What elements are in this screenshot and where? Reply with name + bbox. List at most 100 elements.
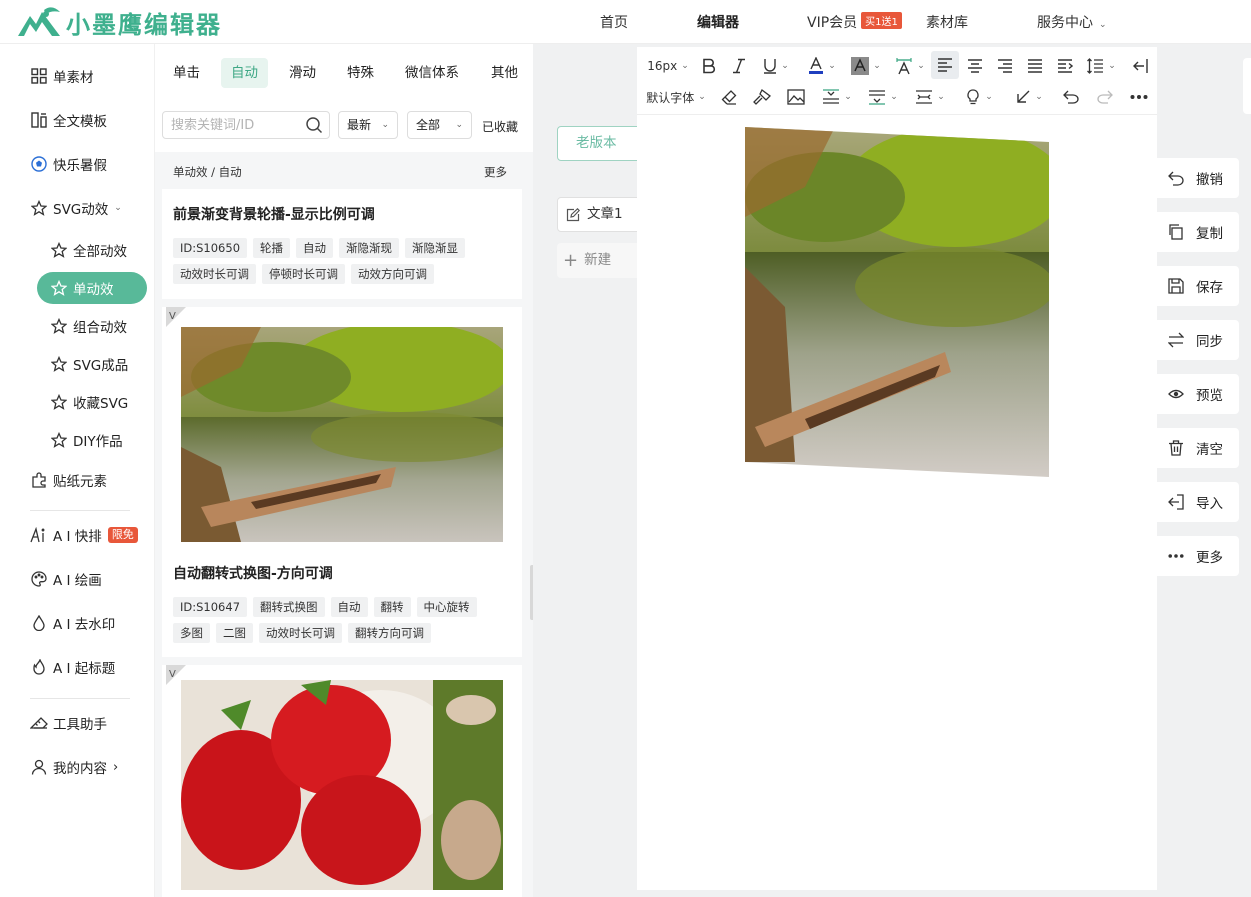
sidebar-item-summer[interactable]: 快乐暑假	[30, 152, 107, 176]
article-tab[interactable]: 文章1	[557, 197, 647, 232]
tag-row: ID:S10650 轮播 自动 渐隐渐现 渐隐渐显	[173, 238, 471, 258]
format-painter-button[interactable]	[750, 84, 774, 110]
content-image[interactable]	[745, 127, 1049, 477]
indent-button[interactable]	[1051, 53, 1079, 79]
tag: 多图	[173, 623, 210, 643]
sidebar-item-tools[interactable]: 工具助手	[30, 711, 107, 735]
sidebar-item-svg-products[interactable]: SVG成品	[50, 352, 128, 376]
side-margin-button[interactable]: ⌄	[909, 84, 951, 110]
bulb-button[interactable]: ⌄	[959, 84, 999, 110]
tag: 自动	[296, 238, 334, 258]
scope-select[interactable]: 全部 ⌄	[407, 111, 472, 139]
brand-logo[interactable]: 小墨鹰编辑器	[16, 4, 222, 40]
save-icon	[1168, 278, 1184, 294]
justify-button[interactable]	[1021, 53, 1049, 79]
more-link[interactable]: 更多	[484, 164, 507, 180]
new-article-button[interactable]: + 新建	[557, 243, 647, 278]
paragraph-spacing-after-button[interactable]: ⌄	[863, 84, 903, 110]
line-height-button[interactable]: ⌄	[1081, 53, 1121, 79]
sidebar-item-svg-effects[interactable]: SVG动效 ⌄	[30, 196, 122, 220]
tab-click[interactable]: 单击	[163, 58, 210, 88]
nav-home[interactable]: 首页	[600, 12, 628, 32]
more-button[interactable]: 更多	[1157, 536, 1239, 576]
sort-select-value: 最新	[347, 118, 372, 132]
preview-button[interactable]: 预览	[1157, 374, 1239, 414]
nav-assets[interactable]: 素材库	[926, 12, 968, 32]
user-icon	[30, 758, 48, 776]
italic-button[interactable]	[727, 53, 751, 79]
search-input[interactable]	[163, 112, 298, 138]
copy-button[interactable]: 复制	[1157, 212, 1239, 252]
sidebar-item-combo-effect[interactable]: 组合动效	[50, 314, 127, 338]
import-button[interactable]: 导入	[1157, 482, 1239, 522]
nav-vip[interactable]: VIP会员 买1送1	[807, 12, 902, 32]
align-left-button[interactable]	[931, 51, 959, 79]
font-size-select[interactable]: 16px ⌄	[643, 53, 693, 79]
effect-card[interactable]: V 自动翻转式换图-方向可调 ID:S10647 翻转式换图 自动 翻转 中心旋…	[162, 307, 522, 657]
undo-button[interactable]: 撤销	[1157, 158, 1239, 198]
sidebar-item-label: DIY作品	[73, 434, 123, 450]
background-color-button[interactable]: ⌄	[845, 53, 887, 79]
exit-icon	[1133, 59, 1148, 73]
sidebar-item-label: 单动效	[73, 282, 114, 298]
effect-card[interactable]: V	[162, 665, 522, 897]
save-button[interactable]: 保存	[1157, 266, 1239, 306]
font-family-value: 默认字体	[646, 90, 695, 105]
tab-other[interactable]: 其他	[481, 58, 528, 88]
nav-service[interactable]: 服务中心 ⌄	[1037, 12, 1107, 32]
sidebar-item-favorite-svg[interactable]: 收藏SVG	[50, 390, 128, 414]
sidebar-item-label: SVG动效	[53, 202, 109, 218]
sidebar-item-label: A I 绘画	[53, 573, 102, 589]
sidebar-item-single-material[interactable]: 单素材	[30, 64, 94, 88]
text-effect-button[interactable]: ⌄	[889, 53, 931, 79]
font-color-button[interactable]: ⌄	[801, 53, 843, 79]
collapse-toolbar-button[interactable]	[1127, 53, 1153, 79]
font-family-select[interactable]: 默认字体 ⌄	[643, 84, 709, 110]
action-label: 预览	[1196, 388, 1223, 404]
insert-image-button[interactable]	[784, 84, 808, 110]
favorites-filter[interactable]: 已收藏	[482, 118, 518, 135]
tab-wechat[interactable]: 微信体系	[395, 58, 469, 88]
sidebar-item-my-content[interactable]: 我的内容 ›	[30, 755, 118, 779]
sidebar-item-ai-title[interactable]: A I 起标题	[30, 655, 115, 679]
eagle-logo-icon	[18, 7, 60, 36]
sidebar-item-full-template[interactable]: 全文模板	[30, 108, 107, 132]
sidebar-item-diy[interactable]: DIY作品	[50, 428, 123, 452]
old-version-button[interactable]: 老版本	[557, 126, 647, 161]
align-center-button[interactable]	[961, 53, 989, 79]
clear-button[interactable]: 清空	[1157, 428, 1239, 468]
article-tab-label: 文章1	[587, 206, 623, 222]
sort-select[interactable]: 最新 ⌄	[338, 111, 398, 139]
sidebar-item-all-effects[interactable]: 全部动效	[50, 238, 127, 262]
right-edge-tab[interactable]	[1243, 58, 1251, 114]
sidebar-item-stickers[interactable]: 贴纸元素	[30, 468, 107, 492]
clear-format-button[interactable]	[717, 84, 741, 110]
sync-button[interactable]: 同步	[1157, 320, 1239, 360]
bold-button[interactable]	[697, 53, 721, 79]
arrow-style-button[interactable]: ⌄	[1009, 84, 1049, 110]
search-icon[interactable]	[305, 116, 323, 134]
paragraph-spacing-before-button[interactable]: ⌄	[817, 84, 857, 110]
tab-auto[interactable]: 自动	[221, 58, 268, 88]
sidebar-item-single-effect[interactable]: 单动效	[50, 276, 114, 300]
more-tools-button[interactable]	[1127, 84, 1151, 110]
align-right-button[interactable]	[991, 53, 1019, 79]
tab-special[interactable]: 特殊	[337, 58, 384, 88]
sidebar-item-ai-painting[interactable]: A I 绘画	[30, 567, 102, 591]
effect-card[interactable]: 前景渐变背景轮播-显示比例可调 ID:S10650 轮播 自动 渐隐渐现 渐隐渐…	[162, 189, 522, 299]
tag: 动效时长可调	[173, 264, 256, 284]
star-icon	[50, 279, 68, 297]
tag: 渐隐渐现	[339, 238, 400, 258]
sidebar-item-ai-layout[interactable]: A I 快排 限免	[30, 523, 138, 547]
tag-row: 动效时长可调 停顿时长可调 动效方向可调	[173, 264, 440, 284]
tab-slide[interactable]: 滑动	[279, 58, 326, 88]
nav-editor[interactable]: 编辑器	[697, 12, 739, 32]
underline-button[interactable]: ⌄	[755, 53, 797, 79]
undo-toolbar-button[interactable]	[1059, 84, 1083, 110]
highlight-icon	[851, 57, 870, 75]
material-panel: 单击 自动 滑动 特殊 微信体系 其他 最新 ⌄ 全部 ⌄ 已收藏 单动效 / 自动…	[155, 44, 533, 897]
template-icon	[30, 111, 48, 129]
card-preview-image	[181, 327, 503, 542]
redo-toolbar-button[interactable]	[1093, 84, 1117, 110]
sidebar-item-ai-watermark[interactable]: A I 去水印	[30, 611, 115, 635]
